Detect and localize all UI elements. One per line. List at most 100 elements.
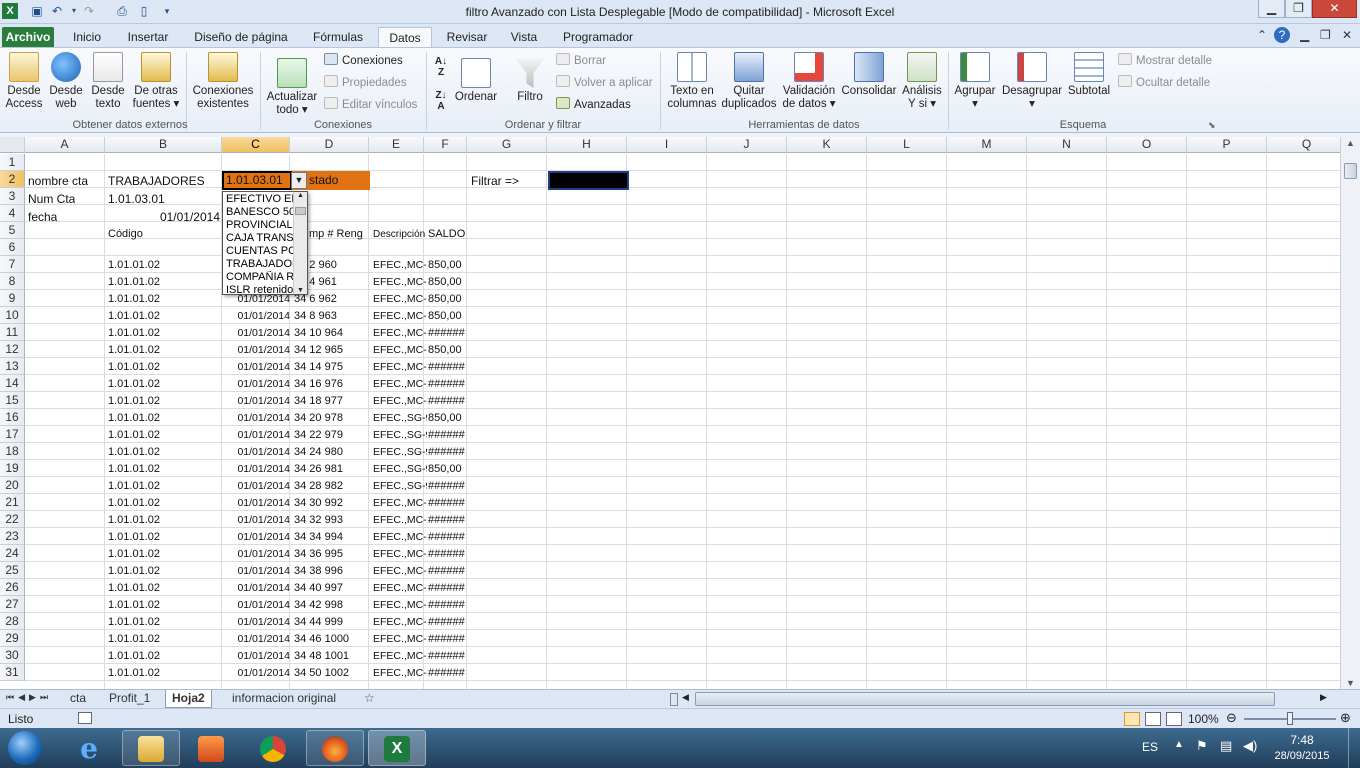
table-cell-desc[interactable]: EFEC.,MC-1 [373, 563, 427, 579]
tab-inicio[interactable]: Inicio [62, 27, 112, 48]
table-cell-desc[interactable]: EFEC.,MC-2 [373, 665, 427, 681]
table-cell-codigo[interactable]: 1.01.01.02 [108, 257, 160, 273]
desde-web-button[interactable]: Desde web [46, 52, 86, 111]
row-header-17[interactable]: 17 [0, 426, 25, 443]
row-header-19[interactable]: 19 [0, 460, 25, 477]
col-header-h[interactable]: H [547, 137, 627, 153]
row-header-11[interactable]: 11 [0, 324, 25, 341]
consolidar-button[interactable]: Consolidar [840, 52, 898, 98]
agrupar-button[interactable]: Agrupar ▾ [952, 52, 998, 111]
dropdown-item[interactable]: COMPAÑIA R [226, 271, 294, 284]
table-cell-fecha[interactable]: 01/01/2014 [222, 410, 292, 426]
taskbar-firefox[interactable] [306, 730, 364, 766]
table-cell-desc[interactable]: EFEC.,MC-2 [373, 631, 427, 647]
table-cell-codigo[interactable]: 1.01.01.02 [108, 648, 160, 664]
dropdown-item[interactable]: CAJA TRANSI [226, 232, 294, 245]
table-cell-desc[interactable]: EFEC.,MC-1 [373, 546, 427, 562]
table-cell-fecha[interactable]: 01/01/2014 [222, 495, 292, 511]
table-cell-fecha[interactable]: 01/01/2014 [222, 325, 292, 341]
table-cell-comp[interactable]: 34 24 980 [294, 444, 343, 460]
action-center-icon[interactable]: ⚑ [1196, 738, 1208, 754]
row-header-15[interactable]: 15 [0, 392, 25, 409]
table-cell-desc[interactable]: EFEC.,MC-2 [373, 648, 427, 664]
row-header-20[interactable]: 20 [0, 477, 25, 494]
table-cell-codigo[interactable]: 1.01.01.02 [108, 478, 160, 494]
table-cell-codigo[interactable]: 1.01.01.02 [108, 665, 160, 681]
propiedades-button[interactable]: Propiedades [324, 74, 407, 92]
table-cell-saldo[interactable]: ###### [428, 393, 468, 409]
table-cell-codigo[interactable]: 1.01.01.02 [108, 597, 160, 613]
table-cell-fecha[interactable]: 01/01/2014 [222, 393, 292, 409]
row-header-3[interactable]: 3 [0, 188, 25, 205]
col-header-n[interactable]: N [1027, 137, 1107, 153]
taskbar-excel[interactable]: X [368, 730, 426, 766]
table-cell-fecha[interactable]: 01/01/2014 [222, 342, 292, 358]
scroll-right-icon[interactable]: ▶ [1320, 692, 1327, 703]
row-header-14[interactable]: 14 [0, 375, 25, 392]
select-all-corner[interactable] [0, 137, 25, 153]
table-cell-saldo[interactable]: ###### [428, 444, 468, 460]
table-cell-desc[interactable]: EFEC.,MC-1 [373, 512, 427, 528]
table-cell-codigo[interactable]: 1.01.01.02 [108, 393, 160, 409]
language-indicator[interactable]: ES [1142, 740, 1158, 754]
start-button-icon[interactable] [8, 731, 42, 765]
dropdown-item[interactable]: TRABAJADOR [226, 258, 294, 271]
table-cell-saldo[interactable]: 850,00 [428, 274, 468, 290]
macro-record-icon[interactable] [78, 712, 92, 724]
validation-dropdown-list[interactable]: EFECTIVO EN BANESCO 50 PROVINCIAL CAJA TRAN… [222, 191, 308, 297]
clock-time[interactable]: 7:48 [1272, 733, 1332, 747]
insert-sheet-icon[interactable]: ☆ [364, 691, 375, 705]
row-header-27[interactable]: 27 [0, 596, 25, 613]
table-cell-comp[interactable]: 34 26 981 [294, 461, 343, 477]
table-cell-comp[interactable]: 34 14 975 [294, 359, 343, 375]
table-cell-saldo[interactable]: 850,00 [428, 291, 468, 307]
table-cell-desc[interactable]: EFEC.,MC-2 [373, 614, 427, 630]
sheet-tab-cta[interactable]: cta [64, 690, 92, 708]
table-cell-saldo[interactable]: ###### [428, 665, 468, 681]
analisis-y-si-button[interactable]: Análisis Y si ▾ [898, 52, 946, 111]
validacion-datos-button[interactable]: Validación de datos ▾ [780, 52, 838, 111]
tray-expand-icon[interactable]: ▲ [1174, 739, 1184, 750]
col-header-i[interactable]: I [627, 137, 707, 153]
table-cell-fecha[interactable]: 01/01/2014 [222, 563, 292, 579]
table-cell-comp[interactable]: 34 48 1001 [294, 648, 349, 664]
table-cell-codigo[interactable]: 1.01.01.02 [108, 376, 160, 392]
tab-programador[interactable]: Programador [556, 27, 640, 48]
table-cell-comp[interactable]: 34 36 995 [294, 546, 343, 562]
scroll-up-icon[interactable]: ▲ [297, 192, 304, 199]
horizontal-scroll-thumb[interactable] [695, 692, 1275, 706]
table-cell-saldo[interactable]: ###### [428, 325, 468, 341]
table-cell-desc[interactable]: EFEC.,MC-0 [373, 342, 427, 358]
dropdown-item[interactable]: ISLR retenido [226, 284, 294, 297]
table-cell-desc[interactable]: EFEC.,MC-0 [373, 325, 427, 341]
table-cell-codigo[interactable]: 1.01.01.02 [108, 274, 160, 290]
table-cell-comp[interactable]: 34 16 976 [294, 376, 343, 392]
workbook-minimize-icon[interactable]: ▁ [1300, 28, 1309, 42]
tab-vista[interactable]: Vista [500, 27, 548, 48]
zoom-out-icon[interactable]: ⊖ [1226, 710, 1237, 726]
table-cell-saldo[interactable]: ###### [428, 478, 468, 494]
col-header-e[interactable]: E [369, 137, 424, 153]
desagrupar-button[interactable]: Desagrupar ▾ [1000, 52, 1064, 111]
show-desktop-button[interactable] [1348, 728, 1360, 768]
scroll-down-arrow-icon[interactable]: ▼ [1346, 678, 1355, 688]
row-header-24[interactable]: 24 [0, 545, 25, 562]
table-cell-desc[interactable]: EFEC.,SG-9 [373, 461, 427, 477]
col-header-k[interactable]: K [787, 137, 867, 153]
table-cell-desc[interactable]: EFEC.,MC-5 [373, 376, 427, 392]
table-cell-comp[interactable]: 34 40 997 [294, 580, 343, 596]
table-cell-codigo[interactable]: 1.01.01.02 [108, 461, 160, 477]
table-cell-codigo[interactable]: 1.01.01.02 [108, 563, 160, 579]
table-cell-saldo[interactable]: ###### [428, 648, 468, 664]
row-header-8[interactable]: 8 [0, 273, 25, 290]
table-cell-codigo[interactable]: 1.01.01.02 [108, 495, 160, 511]
tab-formulas[interactable]: Fórmulas [304, 27, 372, 48]
cell-b3[interactable]: 1.01.03.01 [108, 191, 165, 207]
actualizar-todo-button[interactable]: Actualizar todo ▾ [264, 58, 320, 117]
cell-b5[interactable]: Código [108, 226, 143, 242]
row-header-1[interactable]: 1 [0, 154, 25, 171]
table-cell-saldo[interactable]: 850,00 [428, 410, 468, 426]
table-cell-fecha[interactable]: 01/01/2014 [222, 308, 292, 324]
quitar-duplicados-button[interactable]: Quitar duplicados [720, 52, 778, 111]
taskbar-chrome[interactable] [244, 730, 302, 766]
